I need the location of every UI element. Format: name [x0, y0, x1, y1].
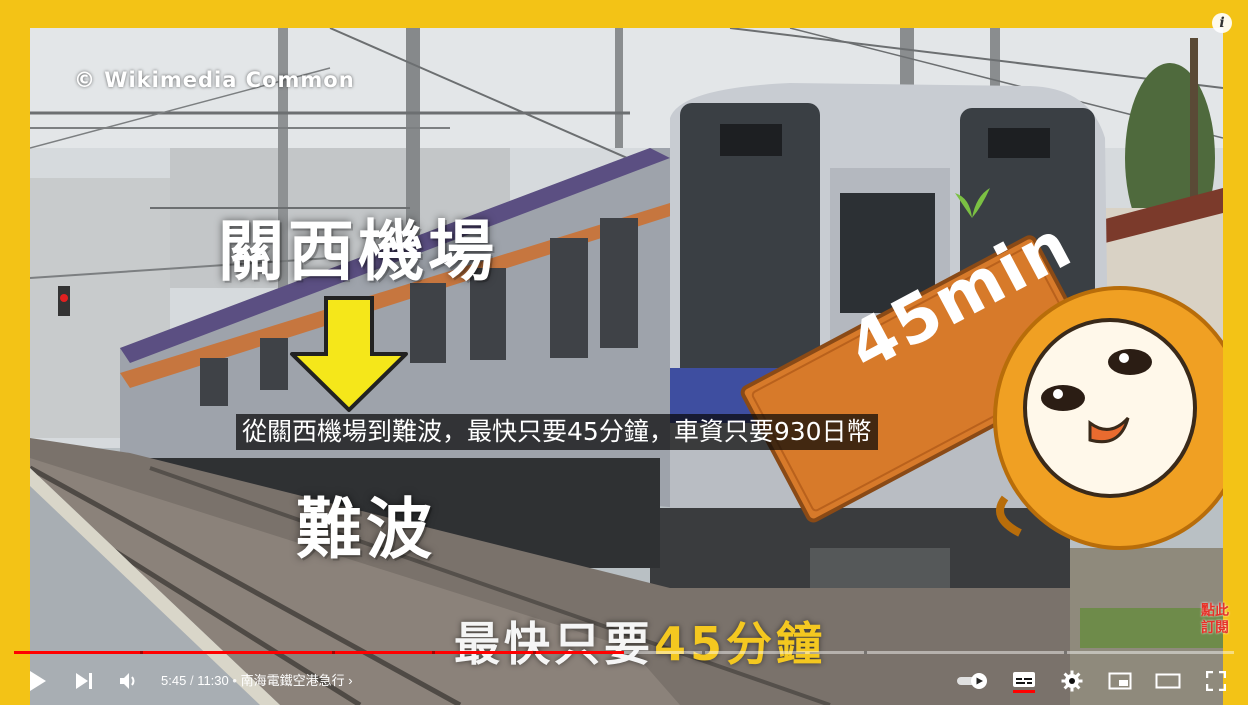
destination-label: 難波 — [296, 491, 436, 568]
progress-bar[interactable] — [14, 651, 1234, 654]
next-icon — [76, 673, 92, 689]
mute-button[interactable] — [112, 661, 144, 701]
train-scene-image — [30, 28, 1223, 705]
play-button[interactable] — [22, 661, 54, 701]
fullscreen-icon — [1206, 671, 1226, 691]
player-controls: 5:45 / 11:30 • 南海電鐵空港急行 › — [0, 661, 1248, 701]
video-player[interactable]: © Wikimedia Common 關西機場 難波 45min 最快只要45分… — [0, 0, 1248, 705]
play-icon — [30, 671, 46, 691]
chapter-marker — [864, 651, 867, 654]
settings-icon — [1061, 670, 1083, 692]
subtitles-button[interactable] — [1008, 661, 1040, 701]
theater-mode-button[interactable] — [1152, 661, 1184, 701]
volume-icon — [120, 673, 135, 689]
subscribe-line-2: 訂閱 — [1201, 620, 1229, 636]
miniplayer-button[interactable] — [1104, 661, 1136, 701]
chapter-marker — [533, 651, 536, 654]
info-icon[interactable]: i — [1212, 13, 1232, 33]
miniplayer-icon — [1108, 672, 1132, 690]
current-time: 5:45 — [161, 673, 187, 688]
chapter-title-link[interactable]: 南海電鐵空港急行 › — [241, 673, 353, 688]
autoplay-toggle[interactable] — [953, 661, 993, 701]
theater-mode-icon — [1155, 673, 1181, 689]
closed-caption: 從關西機場到難波，最快只要45分鐘，車資只要930日幣 — [236, 414, 878, 450]
chapter-marker — [432, 651, 435, 654]
chapter-marker — [1064, 651, 1067, 654]
watermark-text: © Wikimedia Common — [74, 68, 355, 92]
chapter-marker — [140, 651, 143, 654]
chapter-marker — [332, 651, 335, 654]
chevron-right-icon: › — [348, 673, 353, 688]
origin-label: 關西機場 — [218, 213, 498, 290]
autoplay-toggle-icon — [957, 673, 987, 689]
subscribe-line-1: 點此 — [1201, 603, 1229, 619]
video-frame[interactable]: © Wikimedia Common 關西機場 難波 45min 最快只要45分… — [30, 28, 1223, 705]
next-button[interactable] — [68, 661, 100, 701]
subscribe-watermark[interactable]: 點此 訂閱 — [1201, 603, 1229, 637]
duration: 11:30 — [197, 673, 229, 688]
fullscreen-button[interactable] — [1200, 661, 1232, 701]
time-separator: / — [189, 673, 194, 688]
chapter-bullet: • — [232, 673, 237, 688]
chapter-marker — [702, 651, 705, 654]
chapter-title: 南海電鐵空港急行 — [240, 673, 345, 688]
subtitles-icon — [1013, 672, 1035, 693]
mascot-character-icon — [993, 286, 1223, 550]
time-display: 5:45 / 11:30 • 南海電鐵空港急行 › — [161, 671, 353, 691]
settings-button[interactable] — [1056, 661, 1088, 701]
